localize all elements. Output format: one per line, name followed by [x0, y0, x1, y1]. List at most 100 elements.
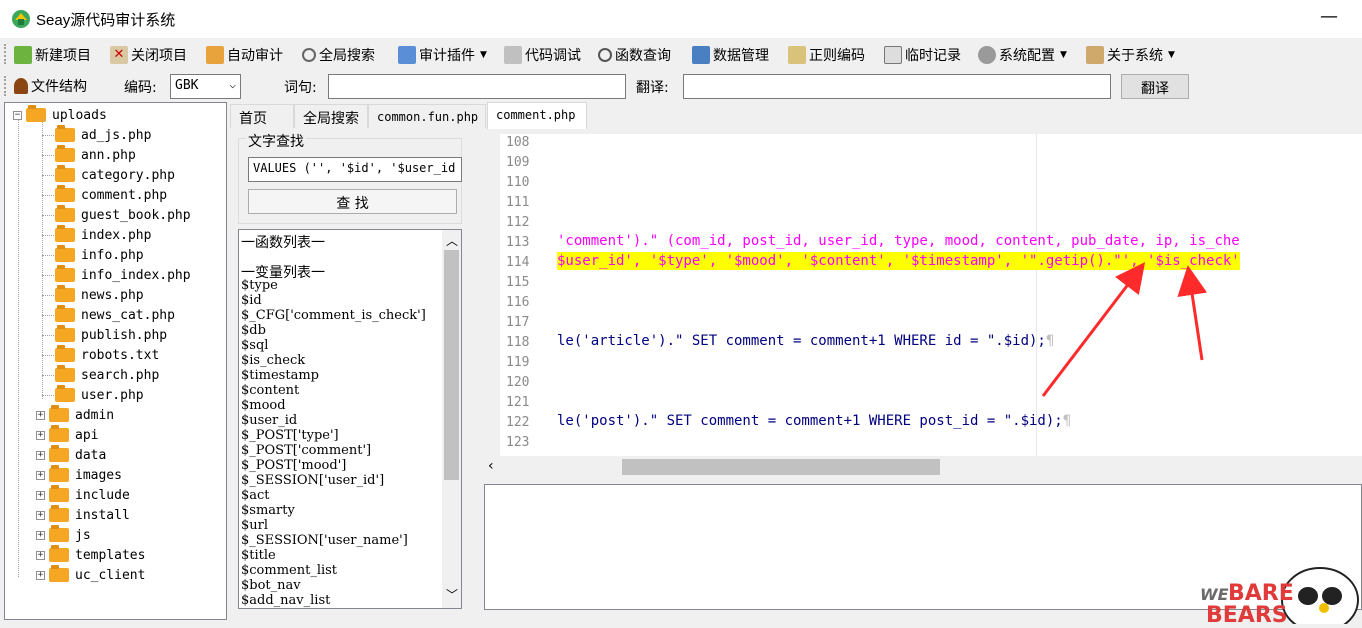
tree-folder[interactable]: + admin — [36, 405, 114, 425]
expand-icon[interactable]: + — [36, 490, 45, 500]
toolbar-grip[interactable] — [4, 44, 7, 64]
translate-button[interactable]: 翻译 — [1121, 74, 1189, 99]
expand-icon[interactable]: + — [36, 530, 45, 540]
expand-icon[interactable]: + — [36, 430, 45, 440]
tree-file[interactable]: news_cat.php — [55, 305, 175, 325]
about-system-button[interactable]: 关于系统 ▼ — [1086, 44, 1175, 66]
close-project-button[interactable]: ✕ 关闭项目 — [110, 44, 187, 66]
function-query-button[interactable]: 函数查询 — [598, 44, 671, 66]
variable-item[interactable]: $user_id — [241, 413, 297, 428]
variable-item[interactable]: $add_nav_list — [241, 593, 330, 608]
variable-item[interactable]: $content — [241, 383, 299, 398]
tree-folder[interactable]: + data — [36, 445, 106, 465]
tree-file[interactable]: info_index.php — [55, 265, 191, 285]
variable-item[interactable]: $timestamp — [241, 368, 319, 383]
list-scrollbar[interactable]: ︿ ﹀ — [442, 230, 461, 608]
temp-record-button[interactable]: 临时记录 — [884, 44, 961, 66]
scroll-left-icon[interactable]: ‹ — [488, 458, 494, 474]
file-icon — [55, 205, 75, 222]
tree-line — [42, 119, 43, 399]
minimize-button[interactable]: — — [1320, 6, 1338, 27]
file-structure-button[interactable]: 文件结构 — [14, 75, 87, 97]
variable-item[interactable]: $mood — [241, 398, 286, 413]
tree-root[interactable]: − uploads — [13, 105, 107, 125]
tree-file[interactable]: index.php — [55, 225, 151, 245]
variable-item[interactable]: $_POST['comment'] — [241, 443, 371, 458]
expand-icon[interactable]: + — [36, 450, 45, 460]
scroll-down-icon[interactable]: ﹀ — [446, 586, 458, 603]
auto-audit-button[interactable]: 自动审计 — [206, 44, 283, 66]
variable-item[interactable]: $_CFG['comment_is_check'] — [241, 308, 426, 323]
tree-file[interactable]: comment.php — [55, 185, 167, 205]
variable-item[interactable]: $id — [241, 293, 262, 308]
file-tree[interactable]: − uploads ad_js.php ann.php category.php co… — [4, 102, 227, 620]
variable-item[interactable]: $_POST['mood'] — [241, 458, 346, 473]
expand-icon[interactable]: + — [36, 550, 45, 560]
variable-item[interactable]: $_POST['type'] — [241, 428, 339, 443]
tree-folder[interactable]: + uc_client — [36, 565, 145, 585]
list-scroll-thumb[interactable] — [444, 250, 459, 480]
variable-item[interactable]: $_SESSION['user_id'] — [241, 473, 384, 488]
tree-folder[interactable]: + include — [36, 485, 130, 505]
tree-folder[interactable]: + images — [36, 465, 122, 485]
tab-global-search[interactable]: 全局搜索 — [294, 104, 368, 128]
tab-comment[interactable]: comment.php — [487, 102, 587, 129]
file-icon — [55, 305, 75, 322]
expand-icon[interactable]: + — [36, 510, 45, 520]
tree-file[interactable]: guest_book.php — [55, 205, 191, 225]
tree-file[interactable]: news.php — [55, 285, 144, 305]
tree-file[interactable]: publish.php — [55, 325, 167, 345]
new-project-button[interactable]: 新建项目 — [14, 44, 91, 66]
code-editor[interactable]: 108 109 110 111 112 113 114 115 116 117 118 119 120 1… — [500, 134, 1362, 456]
tree-file[interactable]: ann.php — [55, 145, 136, 165]
collapse-icon[interactable]: − — [13, 110, 22, 120]
encoding-select[interactable]: GBK ⌵ — [170, 74, 241, 99]
tab-common-fun[interactable]: common.fun.php — [368, 104, 486, 128]
word-input[interactable] — [328, 74, 626, 99]
tree-file[interactable]: info.php — [55, 245, 144, 265]
translate-input[interactable] — [683, 74, 1111, 99]
variable-item[interactable]: $act — [241, 488, 270, 503]
tree-folder[interactable]: + api — [36, 425, 98, 445]
variable-item[interactable]: $title — [241, 548, 276, 563]
variable-item[interactable]: $smarty — [241, 503, 295, 518]
hscroll-thumb[interactable] — [622, 459, 940, 475]
tree-file[interactable]: search.php — [55, 365, 159, 385]
tree-line — [42, 395, 54, 396]
expand-icon[interactable]: + — [36, 570, 45, 580]
variable-item[interactable]: $_SESSION['user_name'] — [241, 533, 408, 548]
variable-item[interactable]: $db — [241, 323, 266, 338]
folder-icon — [49, 485, 69, 502]
tree-file[interactable]: robots.txt — [55, 345, 159, 365]
tree-line — [42, 275, 54, 276]
data-manage-button[interactable]: 数据管理 — [692, 44, 769, 66]
editor-hscrollbar[interactable]: ‹ — [484, 456, 1362, 478]
symbol-list[interactable]: 一函数列表一 一变量列表一 $type $id $_CFG['comment_is_… — [238, 229, 462, 609]
tree-folder[interactable]: + templates — [36, 545, 145, 565]
tree-line — [42, 135, 54, 136]
system-config-button[interactable]: 系统配置 ▼ — [978, 44, 1067, 66]
variable-item[interactable]: $bot_nav — [241, 578, 301, 593]
code-debug-button[interactable]: 代码调试 — [504, 44, 581, 66]
find-button[interactable]: 查 找 — [248, 189, 457, 214]
tree-file[interactable]: ad_js.php — [55, 125, 151, 145]
tree-file[interactable]: user.php — [55, 385, 144, 405]
audit-plugin-button[interactable]: 审计插件 ▼ — [398, 44, 487, 66]
scroll-up-icon[interactable]: ︿ — [446, 232, 458, 249]
global-search-button[interactable]: 全局搜索 — [302, 44, 375, 66]
tree-folder[interactable]: + install — [36, 505, 130, 525]
regex-encode-button[interactable]: 正则编码 — [788, 44, 865, 66]
variable-item[interactable]: $type — [241, 278, 278, 293]
variable-item[interactable]: $is_check — [241, 353, 305, 368]
chevron-down-icon: ▼ — [1168, 50, 1175, 60]
tree-folder[interactable]: + js — [36, 525, 91, 545]
variable-item[interactable]: $url — [241, 518, 268, 533]
toolbar-grip[interactable] — [4, 76, 7, 96]
tab-home[interactable]: 首页 — [230, 104, 294, 128]
expand-icon[interactable]: + — [36, 410, 45, 420]
variable-item[interactable]: $comment_list — [241, 563, 337, 578]
variable-item[interactable]: $sql — [241, 338, 268, 353]
text-search-input[interactable]: VALUES ('', '$id', '$user_id — [248, 157, 462, 182]
tree-file[interactable]: category.php — [55, 165, 175, 185]
expand-icon[interactable]: + — [36, 470, 45, 480]
